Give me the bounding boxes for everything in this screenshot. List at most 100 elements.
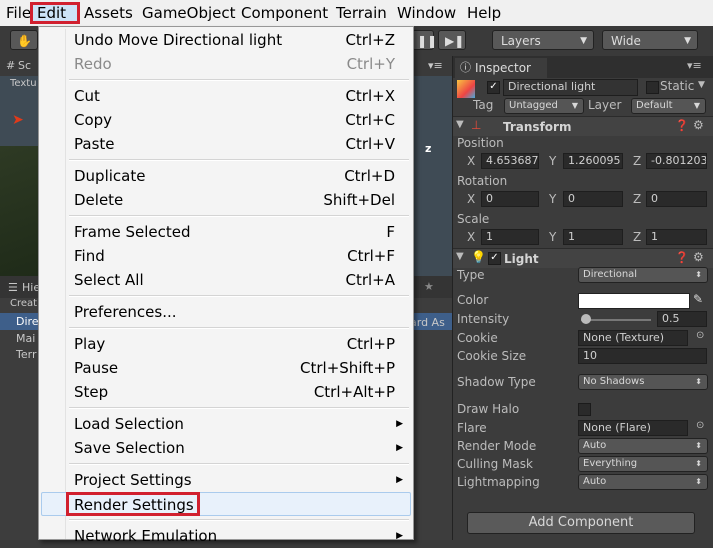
hierarchy-item[interactable]: Terr: [16, 348, 36, 361]
type-dropdown[interactable]: Directional ⬍: [578, 267, 708, 283]
menu-item-undo[interactable]: Undo Move Directional light Ctrl+Z: [41, 28, 411, 52]
layers-dropdown[interactable]: Layers ▼: [492, 30, 594, 50]
menu-item-shortcut: Ctrl+V: [345, 135, 395, 153]
object-picker-icon[interactable]: ⊙: [696, 420, 704, 431]
menu-item-preferences[interactable]: Preferences...: [41, 300, 411, 324]
intensity-slider-track[interactable]: [581, 319, 651, 321]
position-label: Position: [457, 136, 504, 150]
layout-dropdown[interactable]: Wide ▼: [602, 30, 698, 50]
eyedropper-icon[interactable]: ✎: [693, 292, 703, 306]
menu-item-delete[interactable]: Delete Shift+Del: [41, 188, 411, 212]
cookie-field[interactable]: None (Texture): [578, 330, 688, 346]
chevron-down-icon[interactable]: ▼: [698, 80, 705, 90]
transform-header[interactable]: ▼ ⊥ Transform ❓ ⚙: [453, 116, 713, 136]
menu-window[interactable]: Window: [393, 2, 460, 24]
intensity-field[interactable]: 0.5: [657, 311, 707, 327]
scale-x-field[interactable]: 1: [481, 229, 539, 245]
cookie-size-field[interactable]: 10: [578, 348, 707, 364]
menubar: File Edit Assets GameObject Component Te…: [0, 0, 713, 27]
layer-dropdown[interactable]: Default ▼: [631, 98, 706, 114]
submenu-arrow-icon: ▶: [396, 475, 403, 485]
step-icon: ▶❚: [445, 34, 465, 48]
rotation-z-field[interactable]: 0: [646, 191, 707, 207]
menu-item-paste[interactable]: Paste Ctrl+V: [41, 132, 411, 156]
menu-terrain[interactable]: Terrain: [332, 2, 391, 24]
rotation-y-field[interactable]: 0: [563, 191, 623, 207]
gear-icon[interactable]: ⚙: [693, 118, 704, 132]
gear-icon[interactable]: ⚙: [693, 250, 704, 264]
menu-item-cut[interactable]: Cut Ctrl+X: [41, 84, 411, 108]
z-label: Z: [633, 154, 642, 168]
flare-field[interactable]: None (Flare): [578, 420, 688, 436]
scale-z-field[interactable]: 1: [646, 229, 707, 245]
menu-item-pause[interactable]: Pause Ctrl+Shift+P: [41, 356, 411, 380]
scene-tab[interactable]: Sc: [18, 59, 31, 72]
scene-render-mode[interactable]: Textu: [10, 78, 37, 89]
menu-item-shortcut: Shift+Del: [323, 191, 395, 209]
menu-component[interactable]: Component: [237, 2, 332, 24]
menu-item-duplicate[interactable]: Duplicate Ctrl+D: [41, 164, 411, 188]
add-component-button[interactable]: Add Component: [467, 512, 695, 534]
tab-menu-icon[interactable]: ▾≡: [687, 59, 702, 72]
dropdown-arrow-icon: ⬍: [695, 459, 702, 468]
inspector-panel: ⓘ Inspector ▾≡ ✓ Directional light Stati…: [452, 56, 713, 540]
y-label: Y: [549, 230, 557, 244]
menu-item-select-all[interactable]: Select All Ctrl+A: [41, 268, 411, 292]
hierarchy-item[interactable]: Mai: [16, 332, 35, 345]
culling-mask-dropdown[interactable]: Everything ⬍: [578, 456, 708, 472]
hand-tool-button[interactable]: ✋: [10, 30, 38, 50]
step-button[interactable]: ▶❚: [438, 30, 466, 50]
inspector-tab[interactable]: ⓘ Inspector: [455, 58, 547, 78]
object-picker-icon[interactable]: ⊙: [696, 330, 704, 341]
lightmapping-dropdown[interactable]: Auto ⬍: [578, 474, 708, 490]
foldout-arrow-icon[interactable]: ▼: [456, 251, 464, 262]
menu-item-copy[interactable]: Copy Ctrl+C: [41, 108, 411, 132]
light-enabled-checkbox[interactable]: ✓: [488, 252, 501, 265]
light-header[interactable]: ▼ 💡 ✓ Light ❓ ⚙: [453, 248, 713, 268]
y-label: Y: [549, 192, 557, 206]
draw-halo-checkbox[interactable]: [578, 403, 591, 416]
create-button[interactable]: Creat: [10, 298, 37, 309]
position-y-field[interactable]: 1.260095: [563, 153, 623, 169]
scene-icon: #: [6, 59, 16, 72]
menu-help[interactable]: Help: [463, 2, 505, 24]
menu-assets[interactable]: Assets: [80, 2, 137, 24]
pause-button[interactable]: ❚❚: [412, 30, 438, 50]
rotation-x-field[interactable]: 0: [481, 191, 539, 207]
color-swatch[interactable]: [578, 293, 690, 309]
y-label: Y: [549, 154, 557, 168]
star-icon[interactable]: ★: [424, 280, 434, 293]
menu-item-step[interactable]: Step Ctrl+Alt+P: [41, 380, 411, 404]
menu-separator: [69, 79, 409, 81]
foldout-arrow-icon[interactable]: ▼: [456, 119, 464, 130]
intensity-slider-handle[interactable]: [581, 314, 591, 324]
pause-icon: ❚❚: [417, 34, 438, 48]
shadow-type-dropdown[interactable]: No Shadows ⬍: [578, 374, 708, 390]
menu-item-label: Network Emulation: [74, 527, 218, 545]
tag-dropdown[interactable]: Untagged ▼: [504, 98, 584, 114]
active-checkbox[interactable]: ✓: [487, 81, 500, 94]
menu-item-play[interactable]: Play Ctrl+P: [41, 332, 411, 356]
position-x-field[interactable]: 4.653687: [481, 153, 539, 169]
position-z-field[interactable]: -0.801203: [646, 153, 707, 169]
menu-item-shortcut: Ctrl+P: [346, 335, 395, 353]
menu-edit[interactable]: Edit: [30, 2, 80, 24]
menu-item-find[interactable]: Find Ctrl+F: [41, 244, 411, 268]
menu-item-redo[interactable]: Redo Ctrl+Y: [41, 52, 411, 76]
object-name-field[interactable]: Directional light: [503, 79, 638, 96]
menu-item-project-settings[interactable]: Project Settings ▶: [41, 468, 411, 492]
shadow-type-value: No Shadows: [583, 376, 645, 387]
static-checkbox[interactable]: [646, 81, 659, 94]
help-icon[interactable]: ❓: [675, 251, 689, 264]
help-icon[interactable]: ❓: [675, 119, 689, 132]
menu-item-network-emulation[interactable]: Network Emulation ▶: [41, 524, 411, 548]
menu-item-load-selection[interactable]: Load Selection ▶: [41, 412, 411, 436]
tab-menu-icon[interactable]: ▾≡: [428, 59, 443, 72]
menu-item-frame-selected[interactable]: Frame Selected F: [41, 220, 411, 244]
layer-value: Default: [636, 100, 673, 111]
menu-item-save-selection[interactable]: Save Selection ▶: [41, 436, 411, 460]
menu-gameobject[interactable]: GameObject: [138, 2, 240, 24]
scale-y-field[interactable]: 1: [563, 229, 623, 245]
render-mode-dropdown[interactable]: Auto ⬍: [578, 438, 708, 454]
submenu-arrow-icon: ▶: [396, 419, 403, 429]
